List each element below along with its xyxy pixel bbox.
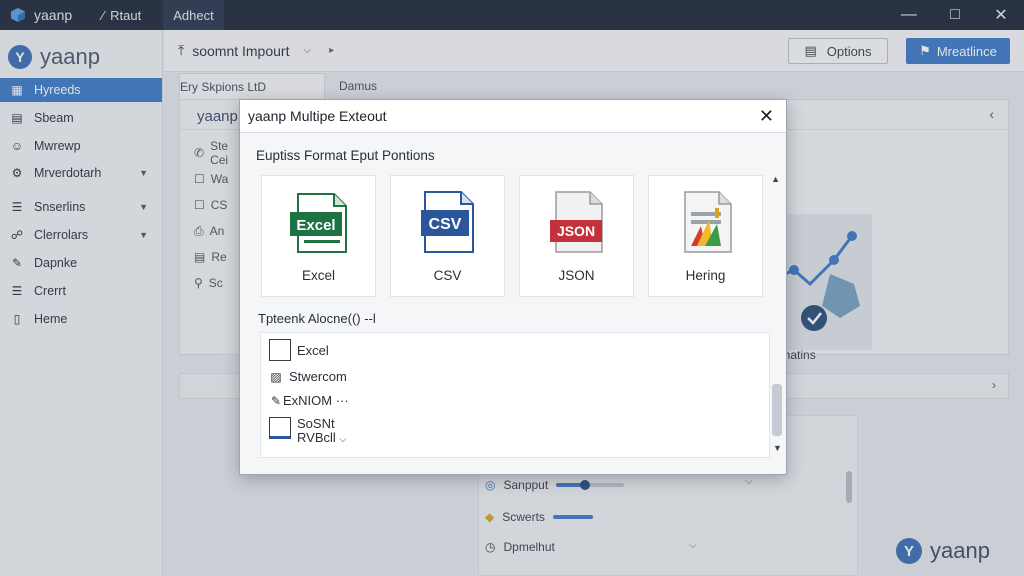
dialog-title: yaanp Multipe Exteout	[248, 108, 387, 124]
csv-badge: CSV	[428, 216, 461, 233]
csv-file-icon: CSV	[420, 191, 474, 253]
format-card-json[interactable]: JSON JSON	[519, 175, 634, 297]
list-item-label: SoSNt	[297, 416, 335, 431]
scroll-down-icon[interactable]: ▼	[773, 443, 782, 453]
format-label: CSV	[433, 268, 462, 283]
list-item[interactable]: Excel	[269, 339, 329, 361]
export-dialog: yaanp Multipe Exteout ✕ Euptiss Format E…	[239, 99, 787, 475]
format-label: Hering	[685, 268, 726, 283]
chart-file-icon	[683, 191, 732, 253]
format-label: JSON	[558, 268, 595, 283]
list-item-label: Stwercom	[289, 369, 347, 384]
excel-file-icon: Excel	[289, 193, 347, 253]
list-item[interactable]: ✎ ExNIOM ···	[269, 393, 349, 408]
pen-icon: ✎	[270, 393, 282, 408]
scroll-up-icon[interactable]: ▲	[771, 174, 780, 184]
dialog-subsection-title: Tpteenk Alocne(() --l	[258, 311, 376, 326]
format-options: Excel Excel CSV CSV JSON JSON Hering	[261, 175, 763, 297]
document-icon	[269, 417, 291, 439]
dialog-scrollbar[interactable]	[772, 384, 782, 436]
list-item-sublabel: RVBcll ⌵	[297, 431, 346, 446]
list-item[interactable]: ▨ Stwercom	[269, 369, 347, 384]
json-badge: JSON	[556, 223, 594, 239]
dialog-section-title: Euptiss Format Eput Pontions	[256, 148, 435, 163]
list-item-sublabel-text: RVBcll	[297, 430, 336, 445]
checkbox-icon[interactable]	[269, 339, 291, 361]
json-file-icon: JSON	[549, 191, 603, 253]
image-icon: ▨	[270, 369, 282, 384]
format-card-excel[interactable]: Excel Excel	[261, 175, 376, 297]
excel-badge: Excel	[296, 217, 335, 234]
list-item-label: Excel	[297, 342, 329, 358]
close-icon[interactable]: ✕	[759, 106, 774, 127]
dialog-header: yaanp Multipe Exteout	[240, 100, 786, 133]
format-card-hering[interactable]: Hering	[648, 175, 763, 297]
format-label: Excel	[301, 268, 335, 283]
list-item-label: ExNIOM ···	[283, 393, 349, 408]
list-item[interactable]: SoSNt RVBcll ⌵	[269, 417, 346, 446]
list-item-text: SoSNt RVBcll ⌵	[297, 417, 346, 446]
export-list: Excel ▨ Stwercom ✎ ExNIOM ··· SoSNt RVBc…	[260, 332, 770, 458]
format-card-csv[interactable]: CSV CSV	[390, 175, 505, 297]
chevron-down-icon[interactable]: ⌵	[339, 434, 346, 444]
